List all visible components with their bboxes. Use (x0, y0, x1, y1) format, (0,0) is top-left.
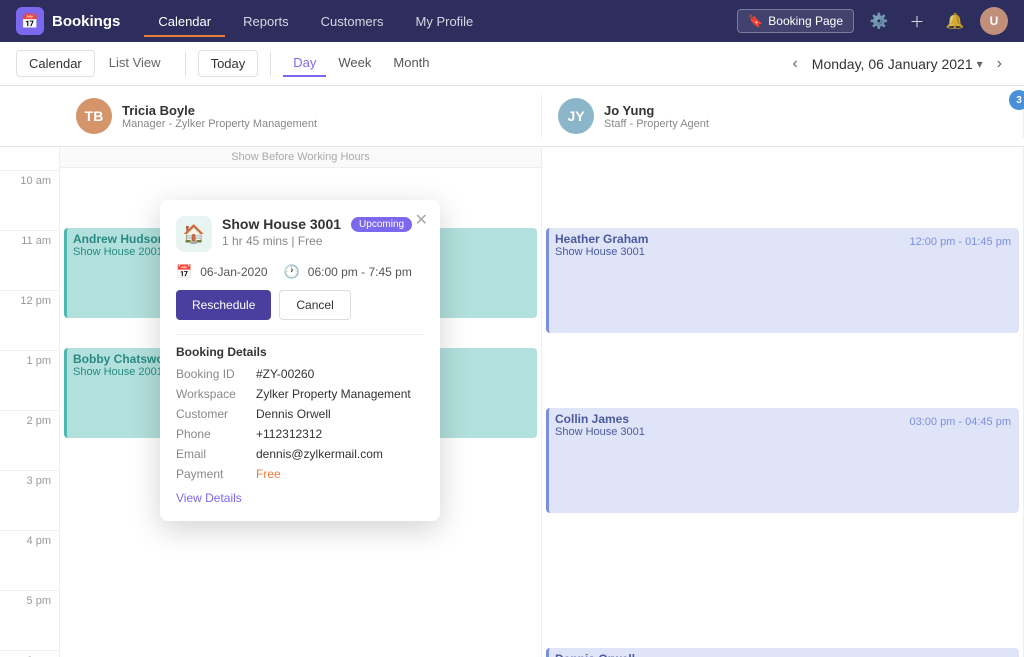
detail-workspace: Workspace Zylker Property Management (176, 387, 424, 401)
modal-actions: Reschedule Cancel (176, 290, 424, 320)
email-value: dennis@zylkermail.com (256, 447, 383, 461)
modal-subtitle: 1 hr 45 mins | Free (222, 234, 412, 248)
workspace-label: Workspace (176, 387, 256, 401)
phone-label: Phone (176, 427, 256, 441)
modal-title-row: Show House 3001 Upcoming (222, 216, 412, 232)
booking-detail-modal: ✕ 🏠 Show House 3001 Upcoming 1 hr 45 min… (160, 200, 440, 521)
view-details-link[interactable]: View Details (176, 491, 242, 505)
clock-icon: 🕐 (284, 264, 300, 280)
phone-value: +112312312 (256, 427, 322, 441)
modal-date-row: 📅 06-Jan-2020 🕐 06:00 pm - 7:45 pm (176, 264, 424, 280)
detail-booking-id: Booking ID #ZY-00260 (176, 367, 424, 381)
modal-date: 06-Jan-2020 (200, 265, 267, 279)
modal-status-badge: Upcoming (351, 217, 412, 232)
modal-divider (176, 334, 424, 335)
modal-header: 🏠 Show House 3001 Upcoming 1 hr 45 mins … (176, 216, 424, 252)
reschedule-button[interactable]: Reschedule (176, 290, 271, 320)
customer-label: Customer (176, 407, 256, 421)
modal-time: 06:00 pm - 7:45 pm (308, 265, 412, 279)
payment-value: Free (256, 467, 281, 481)
modal-payment-type: Free (298, 234, 323, 248)
detail-payment: Payment Free (176, 467, 424, 481)
service-icon: 🏠 (176, 216, 212, 252)
payment-label: Payment (176, 467, 256, 481)
calendar-icon: 📅 (176, 264, 192, 280)
booking-details-title: Booking Details (176, 345, 424, 359)
detail-customer: Customer Dennis Orwell (176, 407, 424, 421)
modal-overlay: ✕ 🏠 Show House 3001 Upcoming 1 hr 45 min… (0, 0, 1024, 657)
email-label: Email (176, 447, 256, 461)
booking-id-label: Booking ID (176, 367, 256, 381)
detail-phone: Phone +112312312 (176, 427, 424, 441)
modal-title-area: Show House 3001 Upcoming 1 hr 45 mins | … (222, 216, 412, 248)
modal-close-button[interactable]: ✕ (415, 210, 428, 230)
modal-service-name: Show House 3001 (222, 216, 341, 232)
detail-email: Email dennis@zylkermail.com (176, 447, 424, 461)
booking-id-value: #ZY-00260 (256, 367, 314, 381)
modal-duration: 1 hr 45 mins (222, 234, 288, 248)
cancel-button[interactable]: Cancel (279, 290, 350, 320)
workspace-value: Zylker Property Management (256, 387, 411, 401)
customer-value: Dennis Orwell (256, 407, 331, 421)
